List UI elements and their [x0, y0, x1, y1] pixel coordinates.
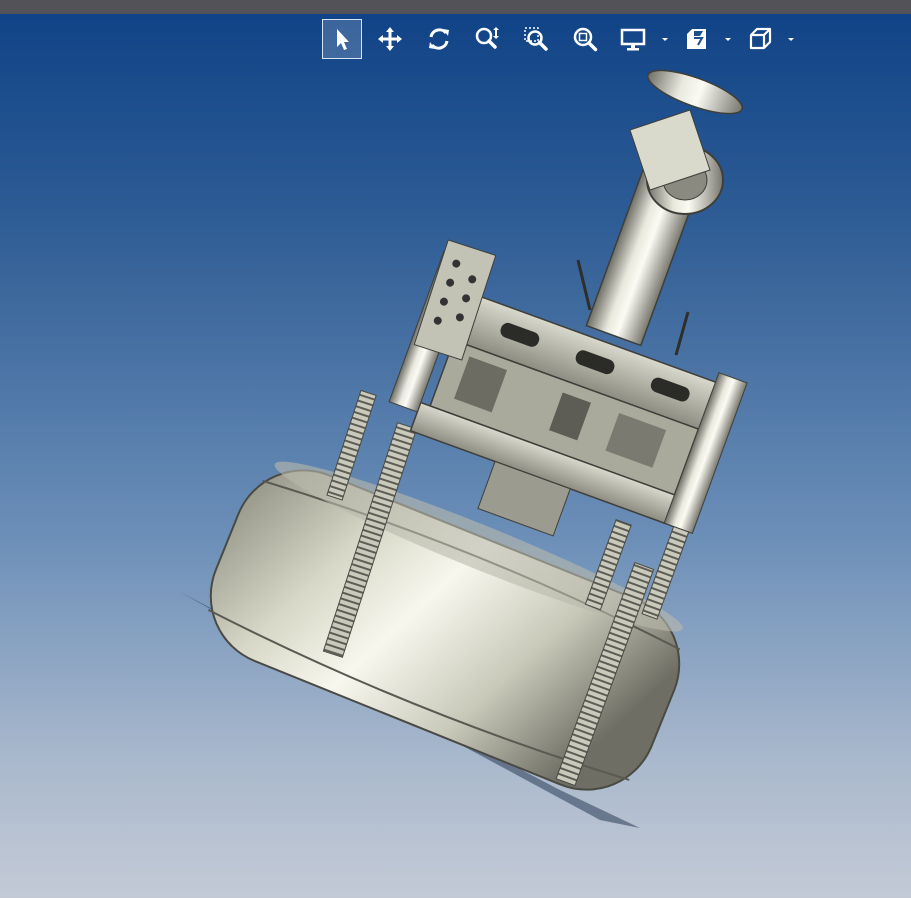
cad-assembly-model[interactable] — [0, 0, 911, 898]
3d-viewport[interactable] — [0, 0, 911, 898]
